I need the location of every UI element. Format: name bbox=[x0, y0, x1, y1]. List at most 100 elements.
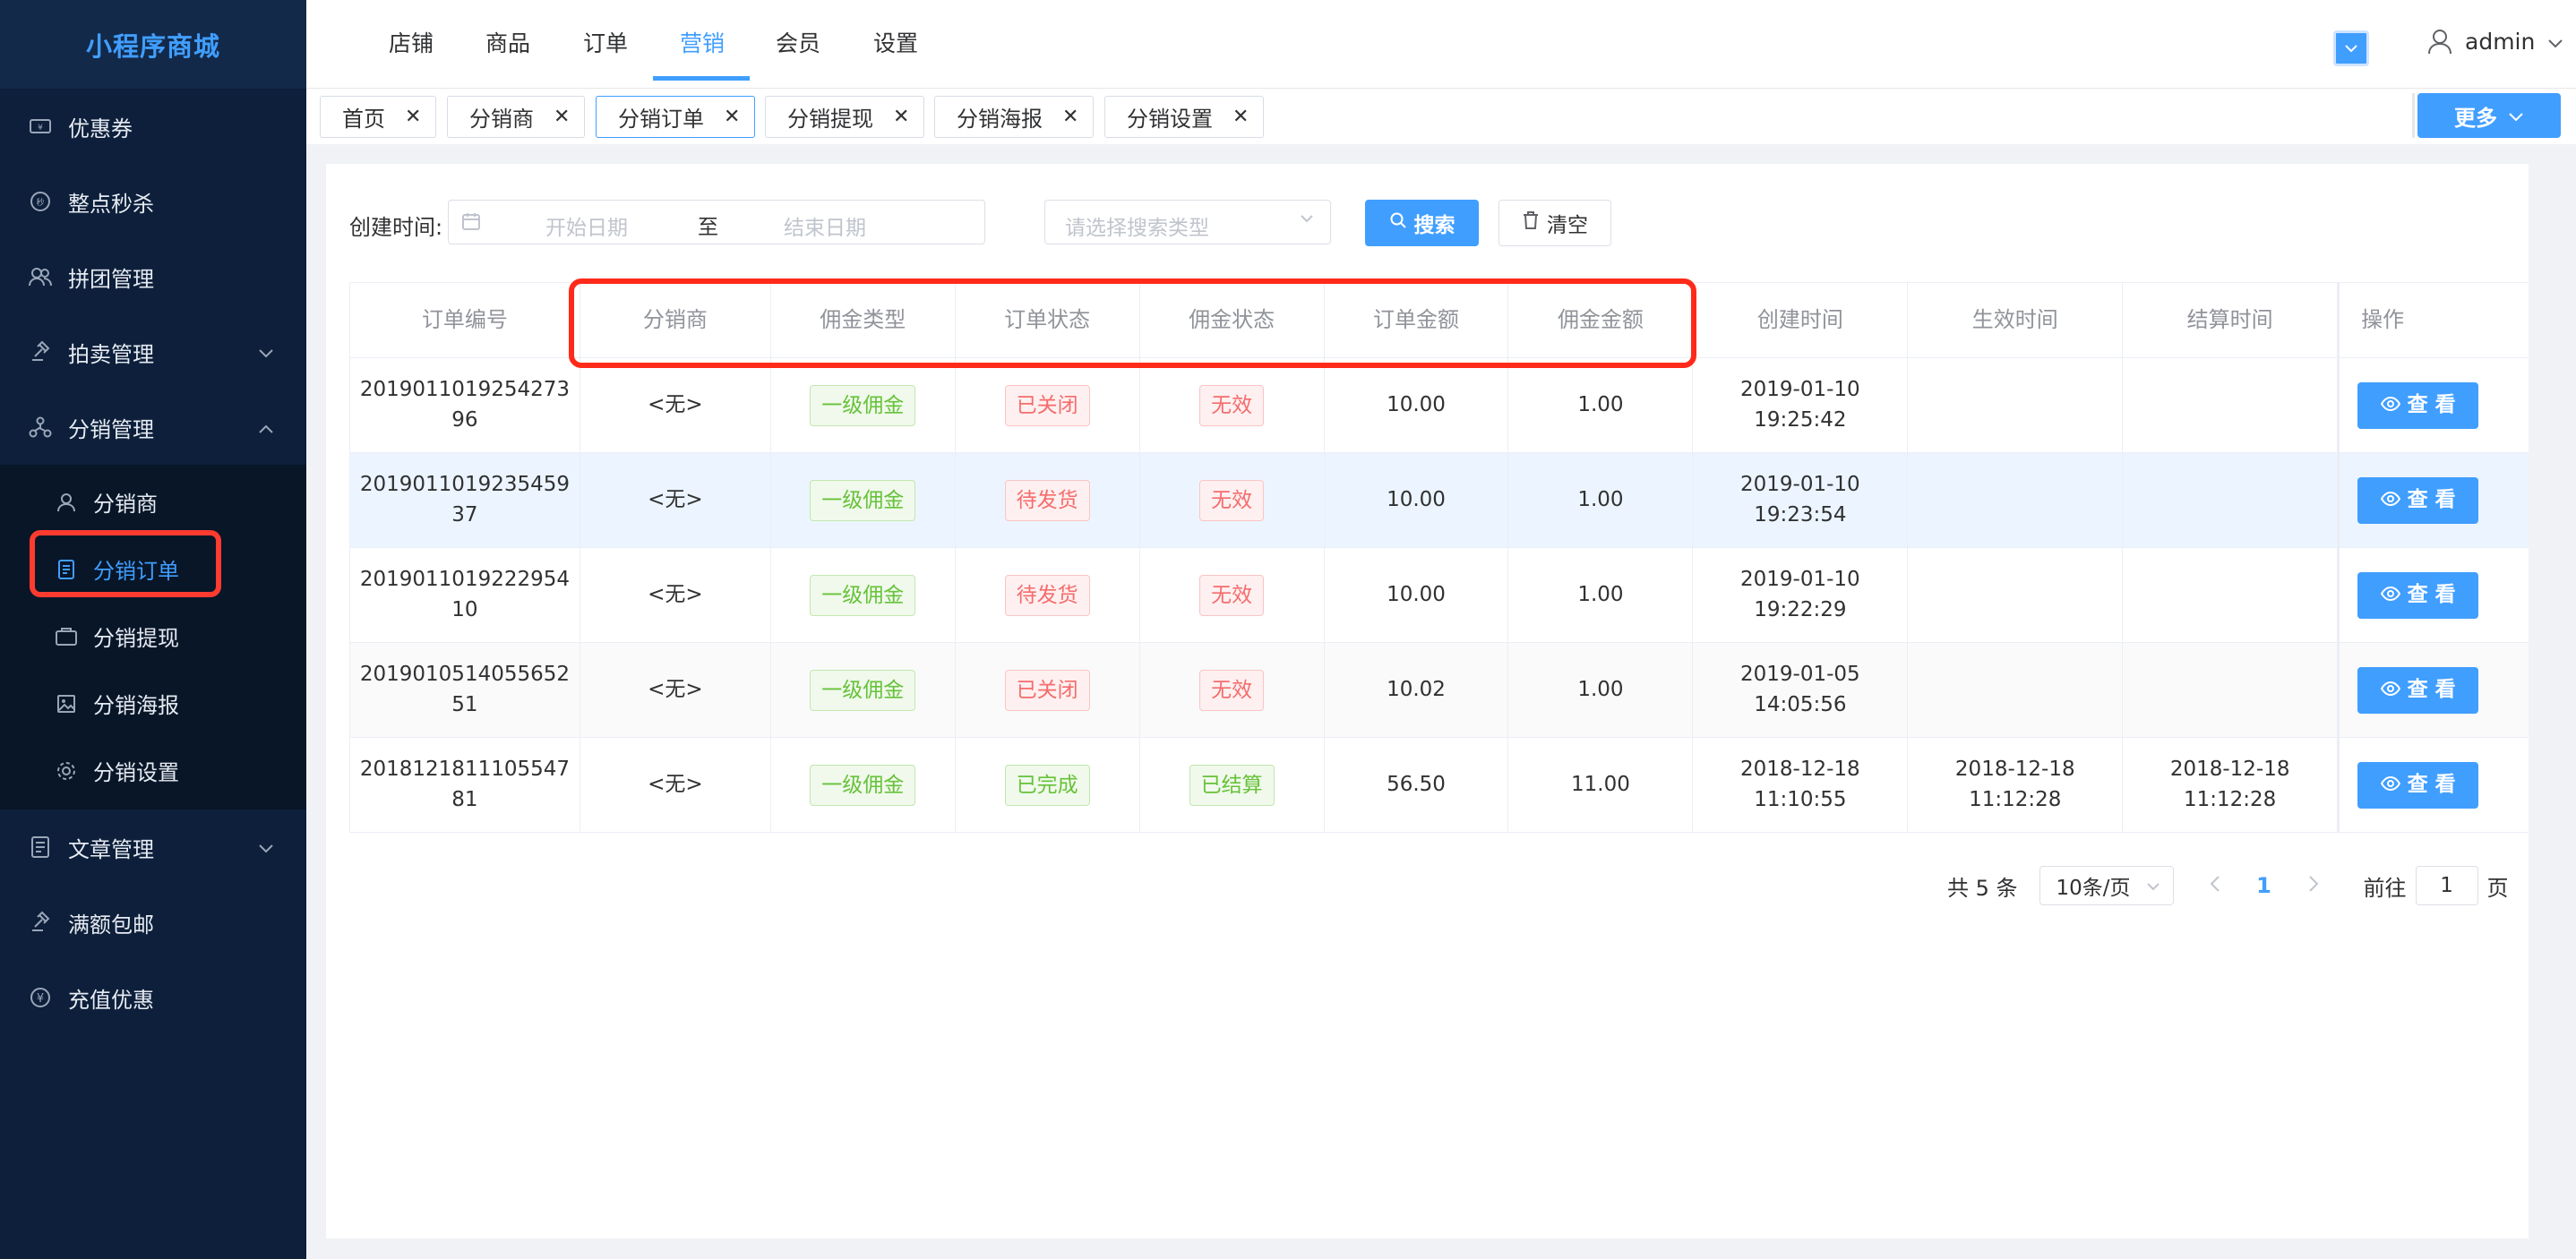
sidebar-subitem-settings[interactable]: 分销设置 bbox=[0, 737, 306, 804]
close-icon[interactable]: ✕ bbox=[1062, 106, 1078, 128]
search-button-label: 搜索 bbox=[1413, 214, 1455, 237]
close-icon[interactable]: ✕ bbox=[893, 106, 909, 128]
close-icon[interactable]: ✕ bbox=[724, 106, 740, 128]
sidebar-item-label: 文章管理 bbox=[68, 836, 154, 862]
view-button-label: 查 看 bbox=[2407, 582, 2456, 606]
view-button[interactable]: 查 看 bbox=[2357, 476, 2479, 524]
chevron-left-icon[interactable] bbox=[2197, 872, 2233, 899]
column-header: 订单金额 bbox=[1325, 283, 1509, 357]
tab-shop[interactable]: 店铺 bbox=[389, 0, 434, 83]
settled-time bbox=[2123, 548, 2339, 642]
sidebar-item-flash-sale[interactable]: 秒 整点秒杀 bbox=[0, 164, 306, 239]
tab-products[interactable]: 商品 bbox=[485, 0, 530, 83]
tag-settings[interactable]: 分销设置 ✕ bbox=[1104, 96, 1265, 138]
order-status-tag: 已完成 bbox=[1004, 764, 1090, 806]
chevron-right-icon[interactable] bbox=[2296, 872, 2331, 899]
trash-icon bbox=[1522, 210, 1540, 236]
chevron-down-icon bbox=[2146, 877, 2160, 895]
column-header: 结算时间 bbox=[2123, 283, 2339, 357]
tab-settings[interactable]: 设置 bbox=[873, 0, 918, 83]
end-date-input[interactable]: 结束日期 bbox=[784, 210, 866, 241]
tag-home[interactable]: 首页 ✕ bbox=[320, 96, 437, 138]
clear-button[interactable]: 清空 bbox=[1498, 200, 1611, 246]
search-button[interactable]: 搜索 bbox=[1365, 200, 1479, 246]
shipping-icon bbox=[27, 909, 54, 936]
goto-page-input[interactable] bbox=[2415, 866, 2478, 905]
sidebar-item-label: 拼团管理 bbox=[68, 266, 154, 292]
close-icon[interactable]: ✕ bbox=[1232, 106, 1249, 128]
order-number: 201901101925427396 bbox=[350, 358, 580, 452]
commission-amount: 1.00 bbox=[1508, 643, 1694, 737]
search-type-select[interactable]: 请选择搜索类型 bbox=[1044, 200, 1331, 244]
distributor: <无> bbox=[580, 738, 771, 832]
article-icon bbox=[27, 834, 54, 861]
user-icon bbox=[54, 490, 79, 515]
sidebar-subitem-withdrawals[interactable]: 分销提现 bbox=[0, 603, 306, 670]
wallet-icon bbox=[54, 624, 79, 649]
tags-view-bar: 首页 ✕ 分销商 ✕ 分销订单 ✕ 分销提现 ✕ 分销海报 ✕ 分销设置 ✕ bbox=[306, 89, 2576, 144]
close-icon[interactable]: ✕ bbox=[554, 106, 570, 128]
distribution-orders-table: 订单编号 分销商 佣金类型 订单状态 佣金状态 订单金额 佣金金额 创建时间 生… bbox=[349, 282, 2529, 833]
sidebar-item-group-buy[interactable]: 拼团管理 bbox=[0, 239, 306, 314]
column-header: 佣金金额 bbox=[1508, 283, 1694, 357]
order-number: 201812181110554781 bbox=[350, 738, 580, 832]
sidebar-subitem-distributors[interactable]: 分销商 bbox=[0, 468, 306, 535]
sidebar-item-recharge[interactable]: ¥ 充值优惠 bbox=[0, 960, 306, 1035]
commission-type-tag: 一级佣金 bbox=[810, 479, 916, 521]
sidebar-item-auction[interactable]: 拍卖管理 bbox=[0, 314, 306, 390]
tag-label: 分销海报 bbox=[957, 107, 1043, 132]
view-button[interactable]: 查 看 bbox=[2357, 666, 2479, 714]
table-header: 订单编号 分销商 佣金类型 订单状态 佣金状态 订单金额 佣金金额 创建时间 生… bbox=[350, 282, 2529, 358]
order-status-tag: 待发货 bbox=[1004, 479, 1090, 521]
more-button[interactable]: 更多 bbox=[2417, 93, 2561, 138]
sidebar-item-label: 拍卖管理 bbox=[68, 341, 154, 367]
created-time: 2019-01-10 19:25:42 bbox=[1693, 358, 1909, 452]
table-row: 201901101923545937 <无> 一级佣金 待发货 无效 10.00… bbox=[350, 453, 2529, 548]
sidebar-item-free-shipping[interactable]: 满额包邮 bbox=[0, 885, 306, 960]
chevron-down-icon bbox=[258, 835, 274, 860]
tab-orders[interactable]: 订单 bbox=[583, 0, 628, 83]
tag-distributors[interactable]: 分销商 ✕ bbox=[447, 96, 586, 138]
tab-marketing[interactable]: 营销 bbox=[680, 0, 725, 83]
tab-members[interactable]: 会员 bbox=[776, 0, 820, 83]
sidebar-item-label: 优惠券 bbox=[68, 116, 133, 141]
tag-posters[interactable]: 分销海报 ✕ bbox=[934, 96, 1095, 138]
page-number[interactable]: 1 bbox=[2233, 873, 2296, 898]
sidebar-subitem-distribution-orders[interactable]: 分销订单 bbox=[0, 535, 306, 603]
total-count: 共 5 条 bbox=[1947, 875, 2018, 901]
sidebar-subitem-posters[interactable]: 分销海报 bbox=[0, 670, 306, 737]
view-button[interactable]: 查 看 bbox=[2357, 571, 2479, 619]
dropdown-toggle-icon[interactable] bbox=[2333, 30, 2369, 66]
commission-amount: 11.00 bbox=[1508, 738, 1694, 832]
settled-time: 2018-12-18 11:12:28 bbox=[2123, 738, 2339, 832]
search-icon bbox=[1389, 211, 1407, 235]
commission-status-tag: 已结算 bbox=[1189, 764, 1275, 806]
yen-icon: ¥ bbox=[27, 984, 54, 1011]
tag-distribution-orders[interactable]: 分销订单 ✕ bbox=[596, 96, 756, 138]
order-status-cell: 已完成 bbox=[956, 738, 1140, 832]
order-number: 201901101923545937 bbox=[350, 453, 580, 547]
sidebar-item-label: 分销海报 bbox=[93, 693, 179, 718]
tag-withdrawals[interactable]: 分销提现 ✕ bbox=[765, 96, 925, 138]
sidebar-item-label: 分销设置 bbox=[93, 760, 179, 785]
view-button[interactable]: 查 看 bbox=[2357, 381, 2479, 429]
sidebar-item-articles[interactable]: 文章管理 bbox=[0, 809, 306, 885]
clear-button-label: 清空 bbox=[1547, 214, 1588, 237]
commission-status-tag: 无效 bbox=[1199, 574, 1265, 616]
close-icon[interactable]: ✕ bbox=[405, 106, 421, 128]
username: admin bbox=[2465, 28, 2536, 55]
start-date-input[interactable]: 开始日期 bbox=[545, 210, 628, 241]
eye-icon bbox=[2380, 580, 2400, 610]
sidebar-item-distribution[interactable]: 分销管理 bbox=[0, 390, 306, 465]
view-button[interactable]: 查 看 bbox=[2357, 761, 2479, 809]
order-status-cell: 已关闭 bbox=[956, 358, 1140, 452]
chevron-down-icon bbox=[1298, 210, 1316, 232]
date-range-picker[interactable]: 开始日期 至 结束日期 bbox=[448, 200, 985, 244]
eye-icon bbox=[2380, 770, 2400, 800]
table-row: 201812181110554781 <无> 一级佣金 已完成 已结算 56.5… bbox=[350, 738, 2529, 833]
document-icon bbox=[54, 557, 79, 582]
page-size-select[interactable]: 10条/页 bbox=[2039, 866, 2174, 905]
sidebar-item-coupons[interactable]: ¥ 优惠券 bbox=[0, 89, 306, 164]
commission-status-cell: 无效 bbox=[1140, 548, 1325, 642]
user-menu[interactable]: admin bbox=[2426, 27, 2563, 56]
